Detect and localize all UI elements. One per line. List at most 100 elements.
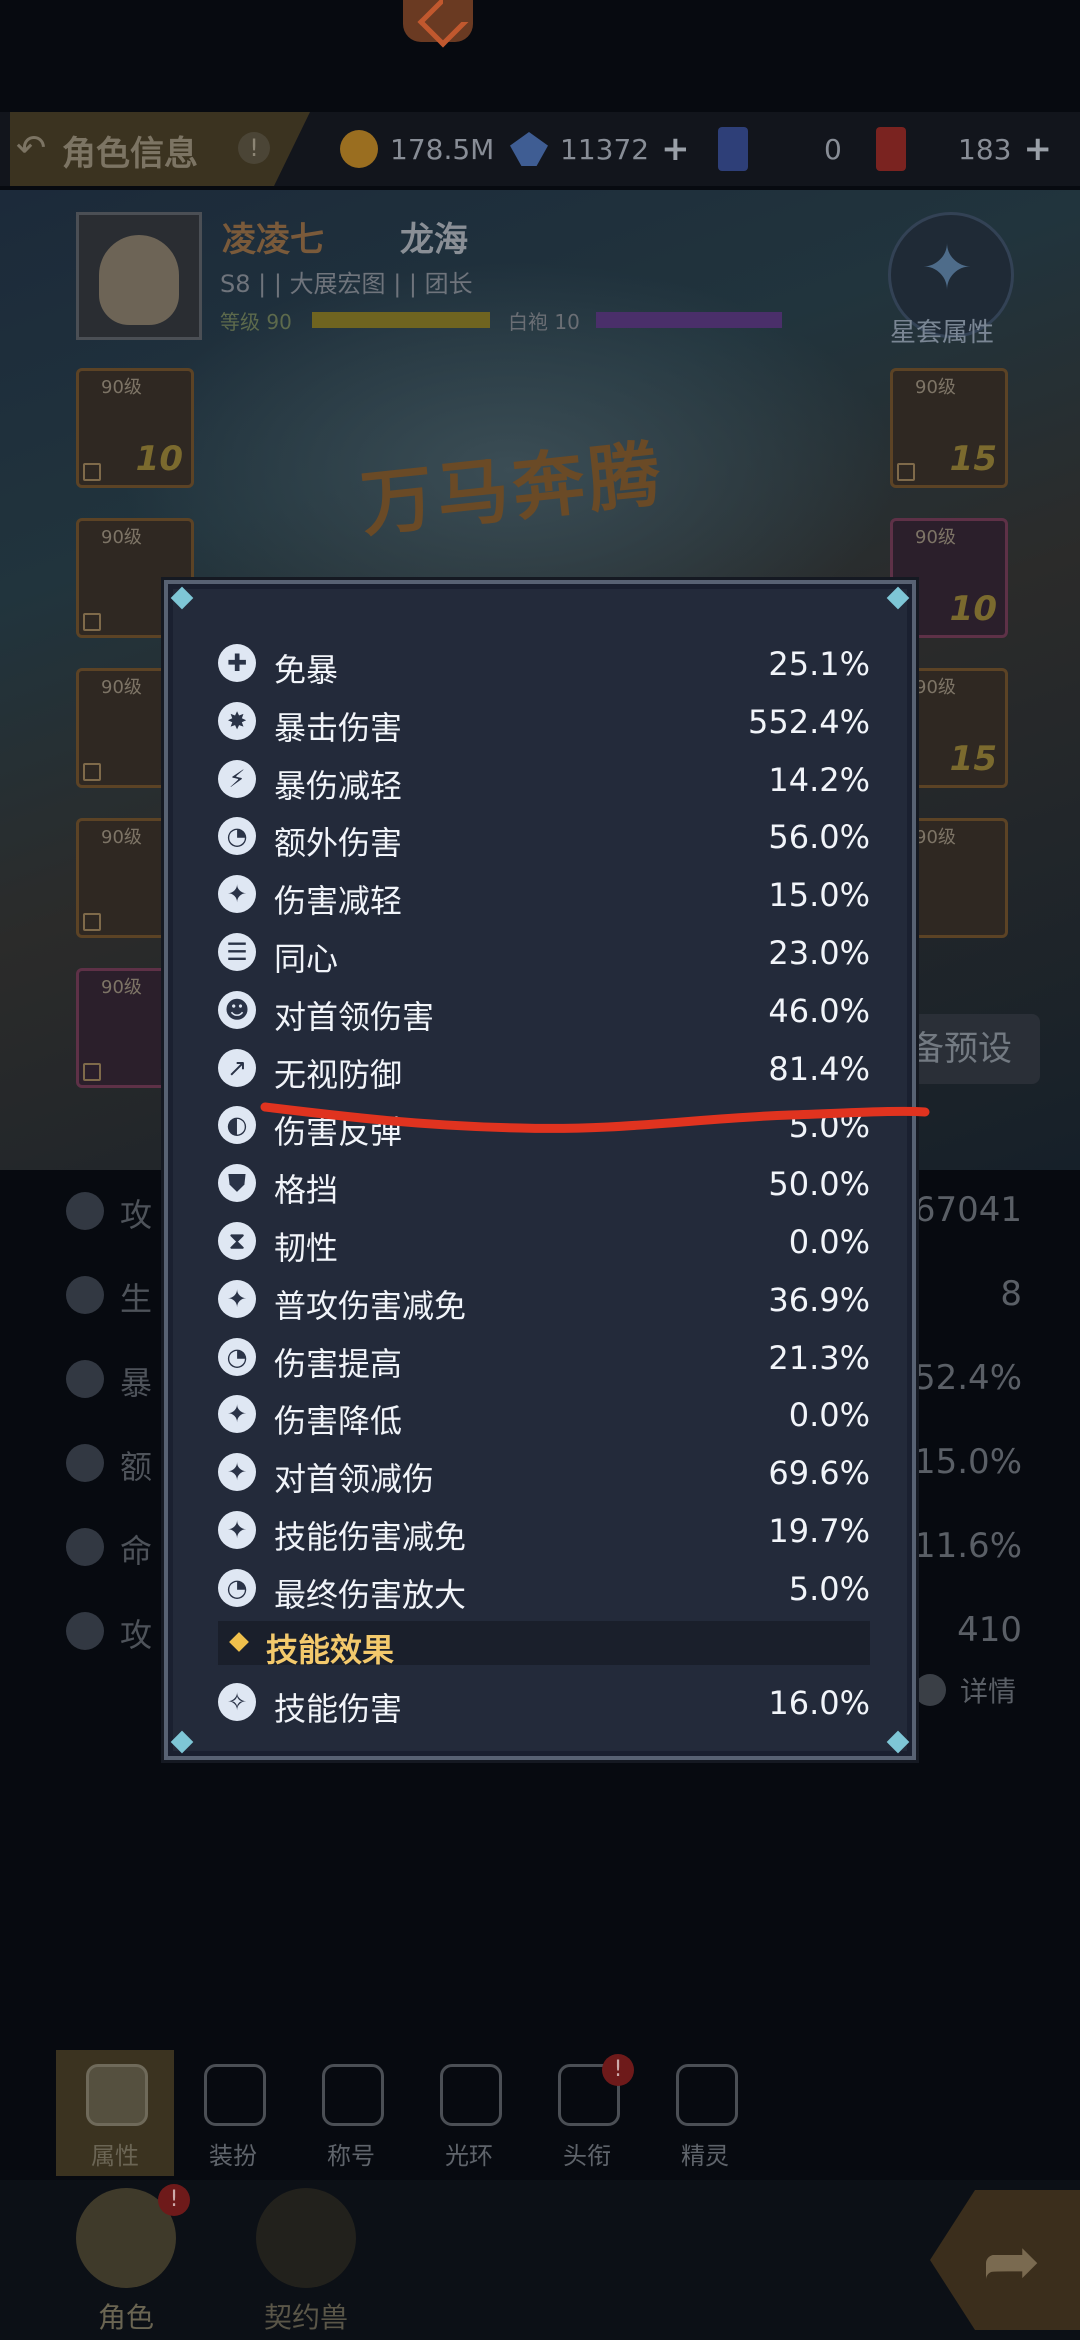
attribute-row: ☰ 同心 23.0% [218,923,870,981]
crit-immunity-icon: ✚ [218,644,256,682]
damage-increase-icon: ◔ [218,1337,256,1376]
add-crystal-button[interactable]: + [661,129,690,169]
attack-icon [66,1192,104,1230]
attribute-label: 免暴 [274,651,339,689]
toughness-icon: ⧗ [218,1221,256,1260]
blue-card-icon [718,127,748,171]
attribute-value: 0.0% [788,1396,870,1435]
tab-outfit[interactable]: 装扮 [174,2050,292,2176]
attribute-row: ◔ 额外伤害 56.0% [218,807,870,865]
attribute-row: ⚡ 暴伤减轻 14.2% [218,750,870,808]
diamond-icon [229,1631,249,1652]
attribute-value: 14.2% [768,760,870,799]
tab-aura[interactable]: 光环 [410,2050,528,2176]
gold-coin-icon [340,130,378,168]
attribute-value: 19.7% [768,1511,870,1550]
attribute-value: 0.0% [788,1222,870,1261]
attribute-label: 韧性 [274,1228,339,1267]
attribute-row: ◔ 伤害提高 21.3% [218,1328,870,1386]
attribute-label: 伤害降低 [274,1402,403,1441]
extra-damage-icon: ◔ [218,817,256,856]
attribute-value: 25.1% [768,645,870,683]
tab-spirit[interactable]: 精灵 [646,2050,764,2176]
red-card-icon [876,127,906,171]
crystal-icon [510,132,548,166]
attribute-row: ◔ 最终伤害放大 5.0% [218,1559,870,1617]
avatar[interactable] [76,212,202,340]
attribute-row: ⛊ 格挡 50.0% [218,1154,870,1212]
gold-value: 178.5M [390,132,495,166]
header-title-tab[interactable]: ↶ 角色信息 ! [10,112,310,186]
attribute-label: 暴击伤害 [274,708,403,747]
unity-icon: ☰ [218,932,256,971]
boss-damage-reduction-icon: ✦ [218,1453,256,1492]
rank-progress-bar [596,312,782,328]
game-logo-icon [403,0,473,48]
crit-damage-icon: ✸ [218,701,256,740]
nav-contract-beast[interactable]: 契约兽 [236,2178,376,2340]
attribute-row: ✦ 对首领减伤 69.6% [218,1443,870,1501]
spirit-icon [676,2064,738,2126]
equipment-preset-button[interactable]: 备预设 [898,1014,1040,1084]
add-red-card-button[interactable]: + [1023,129,1052,169]
attribute-label: 伤害减轻 [274,882,403,921]
nav-character[interactable]: 角色 ! [56,2178,196,2340]
lock-icon [897,463,915,481]
page-title: 角色信息 [62,134,198,174]
lock-icon [83,613,101,631]
paw-icon [256,2188,356,2288]
crown-icon [322,2064,384,2126]
damage-reflect-icon: ◐ [218,1106,256,1145]
damage-reduction-icon: ✦ [218,875,256,914]
arrow-right-icon: ➦ [982,2220,1041,2302]
attribute-row: ◐ 伤害反弹 5.0% [218,1096,870,1154]
attribute-label: 额外伤害 [274,824,403,863]
boss-damage-icon: ☻ [218,990,256,1029]
attribute-label: 同心 [274,939,339,978]
tab-title[interactable]: 称号 [292,2050,410,2176]
attribute-detail-popup: ✚ 免暴 25.1% ✸ 暴击伤害 552.4% ⚡ 暴伤减轻 14.2% ◔ 额外伤害 56.0% ✦… [164,580,916,1760]
crit-reduction-icon: ⚡ [218,759,256,798]
normal-attack-reduction-icon: ✦ [218,1279,256,1318]
attribute-row: ✧ 技能伤害 16.0% [218,1673,870,1731]
tab-rank-title[interactable]: 头衔 ! [528,2050,646,2176]
help-icon[interactable]: ! [238,132,270,164]
red-card-value: 183 [958,132,1012,166]
attribute-label: 格挡 [274,1171,339,1210]
attribute-row: ✦ 伤害降低 0.0% [218,1385,870,1443]
equipment-slot[interactable]: 90级 15 [890,368,1008,488]
attribute-row: ⧗ 韧性 0.0% [218,1212,870,1270]
section-title: 技能效果 [266,1630,395,1669]
skill-effect-section-header: 技能效果 [218,1620,870,1669]
skill-damage-icon: ✧ [218,1682,256,1721]
halo-icon [440,2064,502,2126]
attribute-row: ↗ 无视防御 81.4% [218,1039,870,1097]
equipment-slot[interactable]: 90级 10 [76,368,194,488]
extra-icon [66,1444,104,1482]
notification-badge: ! [602,2054,634,2086]
sub-tab-bar: 属性 装扮 称号 光环 头衔 ! 精灵 [56,2050,766,2176]
attribute-value: 36.9% [768,1280,870,1319]
rank-label: 白袍 10 [508,310,580,334]
attribute-value: 5.0% [788,1107,870,1146]
corner-ornament-icon [170,586,194,610]
character-server: 龙海 [400,220,468,260]
attribute-label: 对首领减伤 [274,1460,435,1499]
notification-badge: ! [158,2184,190,2216]
tab-attributes[interactable]: 属性 [56,2050,174,2176]
attribute-value: 69.6% [768,1454,870,1493]
attribute-label: 对首领伤害 [274,997,435,1036]
crit-icon [66,1360,104,1398]
character-info-line: S8 | | 大展宏图 | | 团长 [220,270,473,298]
attribute-row: ☻ 对首领伤害 46.0% [218,981,870,1039]
detail-link[interactable]: 详情 [960,1670,1016,1710]
level-progress-bar [312,312,490,328]
corner-ornament-icon [886,1730,910,1754]
attribute-row: ✦ 普攻伤害减免 36.9% [218,1270,870,1328]
attribute-value: 56.0% [768,818,870,857]
accuracy-icon [66,1528,104,1566]
attribute-label: 无视防御 [274,1055,403,1094]
back-arrow-icon[interactable]: ↶ [16,128,46,169]
attribute-label: 普攻伤害减免 [274,1286,467,1325]
damage-lowered-icon: ✦ [218,1395,256,1434]
